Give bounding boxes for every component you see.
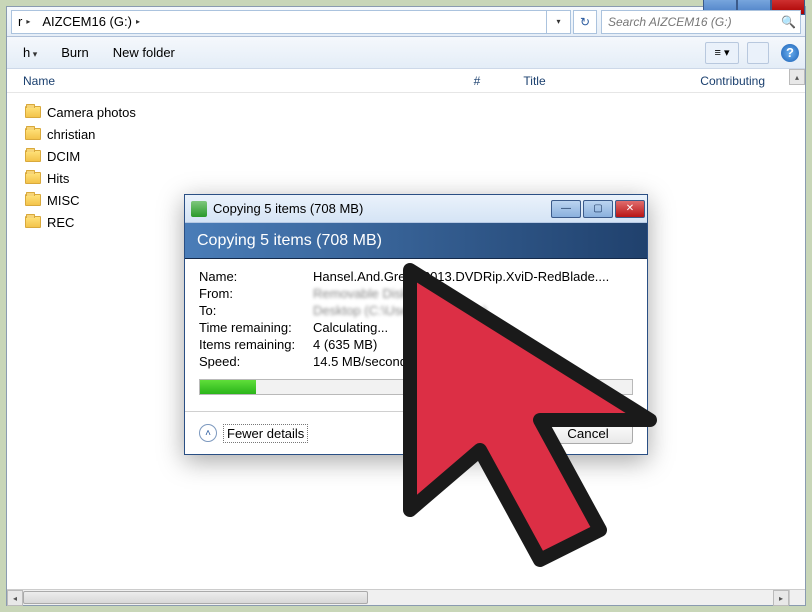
row-value-speed: 14.5 MB/second [313, 354, 633, 369]
list-item[interactable]: Camera photos [25, 101, 805, 123]
cancel-label: Cancel [567, 426, 609, 441]
progress-fill [200, 380, 256, 394]
copy-dialog: Copying 5 items (708 MB) — ▢ ✕ Copying 5… [184, 194, 648, 455]
row-label-to: To: [199, 303, 313, 318]
dialog-maximize-button[interactable]: ▢ [583, 200, 613, 218]
row-label-from: From: [199, 286, 313, 301]
horizontal-scrollbar[interactable]: ◂ ▸ [7, 589, 789, 605]
breadcrumb[interactable]: r▸ AIZCEM16 (G:)▸ ▾ [11, 10, 571, 34]
dialog-window-title: Copying 5 items (708 MB) [213, 201, 363, 216]
folder-label: DCIM [47, 149, 80, 164]
row-value-to: Desktop (C:\Users\Mike201...) [313, 303, 633, 318]
column-name[interactable]: Name [23, 74, 474, 88]
folder-icon [25, 106, 41, 118]
row-value-from: Removable Disk (I:) [313, 286, 633, 301]
dialog-body: Name:Hansel.And.Gretel.2013.DVDRip.XviD-… [185, 259, 647, 411]
burn-button[interactable]: Burn [51, 41, 98, 64]
folder-icon [25, 194, 41, 206]
new-folder-label: New folder [113, 45, 175, 60]
folder-icon [25, 128, 41, 140]
search-icon: 🔍 [781, 15, 796, 29]
search-placeholder: Search AIZCEM16 (G:) [608, 15, 732, 29]
row-value-time: Calculating... [313, 320, 633, 335]
folder-icon [25, 172, 41, 184]
row-label-time: Time remaining: [199, 320, 313, 335]
row-value-items: 4 (635 MB) [313, 337, 633, 352]
column-number[interactable]: # [474, 74, 524, 88]
chevron-down-icon: ▾ [556, 17, 560, 26]
folder-label: REC [47, 215, 74, 230]
list-item[interactable]: christian [25, 123, 805, 145]
help-icon: ? [786, 45, 794, 60]
list-item[interactable]: Hits [25, 167, 805, 189]
row-label-name: Name: [199, 269, 313, 284]
list-item[interactable]: DCIM [25, 145, 805, 167]
breadcrumb-drive[interactable]: AIZCEM16 (G:) ▸ [36, 14, 146, 29]
dialog-close-button[interactable]: ✕ [615, 200, 645, 218]
breadcrumb-history-dropdown[interactable]: ▾ [546, 10, 570, 34]
dialog-titlebar[interactable]: Copying 5 items (708 MB) — ▢ ✕ [185, 195, 647, 223]
scroll-left-button[interactable]: ◂ [7, 590, 23, 606]
scroll-corner [789, 589, 805, 605]
copy-icon [191, 201, 207, 217]
breadcrumb-prefix[interactable]: r▸ [12, 14, 36, 29]
cancel-button[interactable]: Cancel [543, 422, 633, 444]
new-folder-button[interactable]: New folder [103, 41, 185, 64]
refresh-button[interactable]: ↻ [573, 10, 597, 34]
dialog-heading-text: Copying 5 items (708 MB) [197, 232, 382, 250]
row-value-name: Hansel.And.Gretel.2013.DVDRip.XviD-RedBl… [313, 269, 633, 284]
scroll-track[interactable] [23, 590, 773, 605]
burn-label: Burn [61, 45, 88, 60]
row-label-items: Items remaining: [199, 337, 313, 352]
organize-menu[interactable]: h [13, 41, 47, 64]
chevron-right-icon: ▸ [26, 17, 30, 26]
organize-suffix: h [23, 45, 30, 60]
preview-pane-toggle[interactable] [747, 42, 769, 64]
column-title[interactable]: Title [523, 74, 700, 88]
scroll-thumb[interactable] [23, 591, 368, 604]
collapse-details-button[interactable]: ˄ [199, 424, 217, 442]
breadcrumb-prefix-text: r [18, 14, 22, 29]
address-bar-row: r▸ AIZCEM16 (G:)▸ ▾ ↻ Search AIZCEM16 (G… [7, 7, 805, 37]
toolbar: h Burn New folder ≡ ▾ ? [7, 37, 805, 69]
help-button[interactable]: ? [781, 44, 799, 62]
scroll-right-button[interactable]: ▸ [773, 590, 789, 606]
dialog-heading: Copying 5 items (708 MB) [185, 223, 647, 259]
progress-bar [199, 379, 633, 395]
folder-label: Hits [47, 171, 69, 186]
search-input[interactable]: Search AIZCEM16 (G:) 🔍 [601, 10, 801, 34]
view-options-button[interactable]: ≡ ▾ [705, 42, 739, 64]
dialog-footer: ˄ Fewer details Cancel [185, 411, 647, 454]
folder-icon [25, 150, 41, 162]
folder-label: MISC [47, 193, 80, 208]
folder-label: christian [47, 127, 95, 142]
folder-icon [25, 216, 41, 228]
scroll-up-button[interactable]: ▴ [789, 69, 805, 85]
chevron-right-icon: ▸ [136, 17, 140, 26]
row-label-speed: Speed: [199, 354, 313, 369]
breadcrumb-drive-text: AIZCEM16 (G:) [42, 14, 132, 29]
dialog-minimize-button[interactable]: — [551, 200, 581, 218]
fewer-details-link[interactable]: Fewer details [223, 424, 308, 443]
folder-label: Camera photos [47, 105, 136, 120]
fewer-details-label: Fewer details [227, 426, 304, 441]
column-headers: Name # Title Contributing [7, 69, 805, 93]
